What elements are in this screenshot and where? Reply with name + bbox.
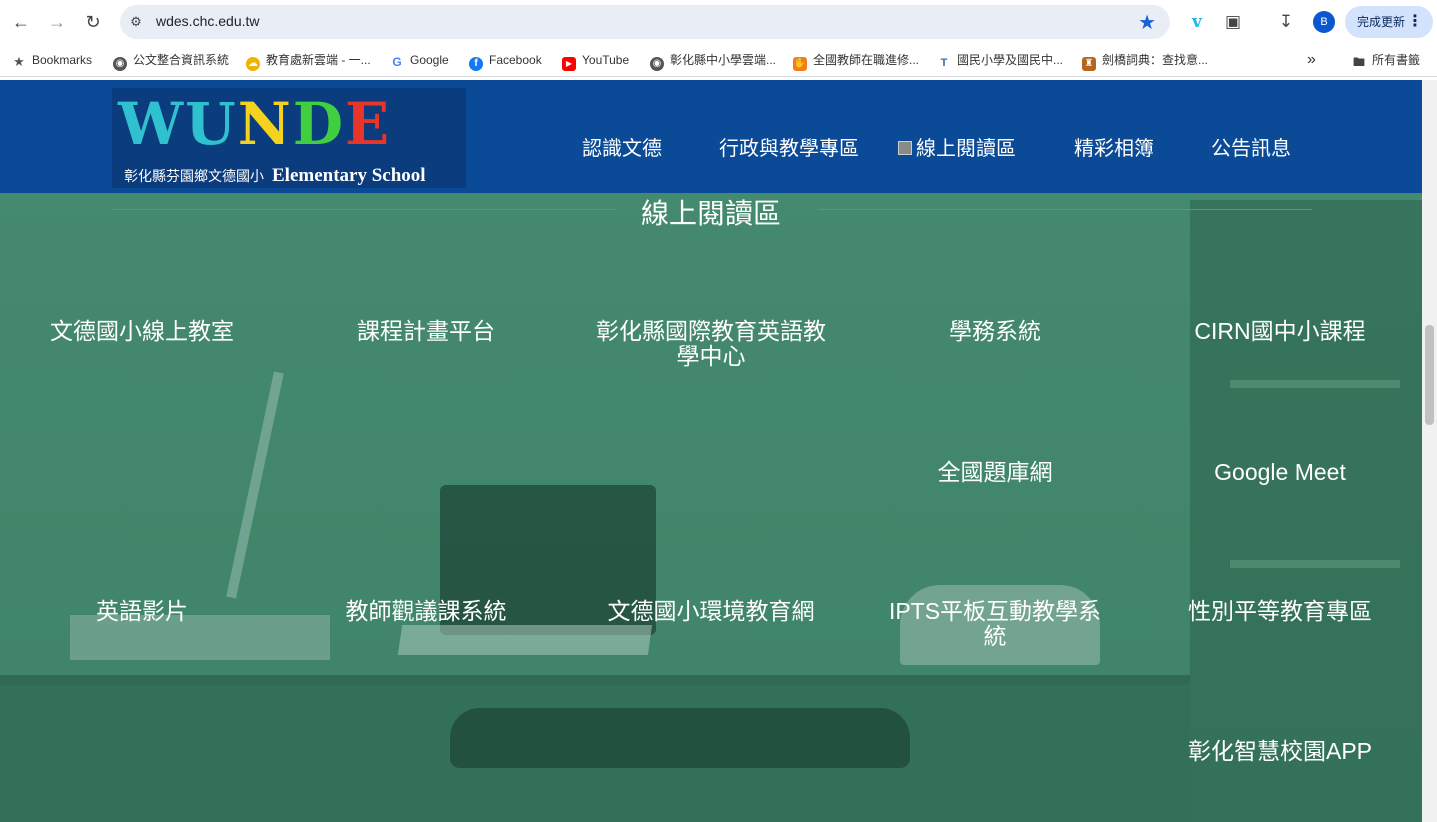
back-arrow-icon[interactable]: ← [8,9,34,35]
bookmark-item[interactable]: ★ Bookmarks [12,44,92,76]
youtube-icon: ▶ [562,57,576,71]
te-icon: T [940,57,948,69]
link-student-affairs[interactable]: 學務系統 [880,319,1110,344]
more-menu-icon[interactable]: ⋮ [1407,6,1423,38]
download-icon[interactable]: ↧ [1274,10,1298,34]
browser-toolbar: ← → ↻ ⚙ wdes.chc.edu.tw ★ v ▣ ↧ B 完成更新 ⋮ [0,0,1437,44]
link-english-center[interactable]: 彰化縣國際教育英語教學中心 [596,319,826,369]
link-english-videos[interactable]: 英語影片 [27,599,257,624]
bookmark-star-icon[interactable]: ★ [1138,10,1156,35]
menu-item-announcements[interactable]: 公告訊息 [1211,132,1291,161]
link-environment-education[interactable]: 文德國小環境教育網 [596,599,826,624]
menu-item-about[interactable]: 認識文德 [582,132,662,161]
crest-icon: ♜ [1082,57,1096,71]
laptop-base-shape [397,625,653,655]
link-lesson-observation[interactable]: 教師觀議課系統 [311,599,541,624]
bookmark-item[interactable]: f Facebook [469,44,542,76]
globe-icon: ◉ [113,57,127,71]
folder-icon: 🖿 [1352,55,1365,69]
site-header: WUNDE 彰化縣芬園鄉文德國小 Elementary School 認識文德 行… [0,80,1422,193]
bookmark-item[interactable]: ✋ 全國教師在職進修... [793,44,919,76]
hand-icon: ✋ [793,57,807,71]
bookmark-item[interactable]: G Google [390,44,448,76]
facebook-icon: f [469,57,483,71]
profile-avatar[interactable]: B [1313,11,1335,33]
shelf-shape [1230,380,1400,388]
page-scrollbar[interactable] [1422,80,1437,822]
vimeo-extension-icon[interactable]: v [1185,10,1209,34]
link-google-meet[interactable]: Google Meet [1165,460,1395,485]
bookmark-item[interactable]: ◉ 公文整合資訊系統 [113,44,229,76]
link-cirn[interactable]: CIRN國中小課程 [1165,319,1395,344]
link-ipts[interactable]: IPTS平板互動教學系統 [880,599,1110,649]
link-curriculum-platform[interactable]: 課程計畫平台 [311,319,541,344]
bookmark-item[interactable]: ◉ 彰化縣中小學雲端... [650,44,776,76]
link-question-bank[interactable]: 全國題庫網 [880,460,1110,485]
logo-caption: 彰化縣芬園鄉文德國小 Elementary School [124,165,426,186]
update-button[interactable]: 完成更新 ⋮ [1345,6,1433,38]
all-bookmarks-folder[interactable]: 🖿 所有書籤 [1352,44,1420,76]
link-online-classroom[interactable]: 文德國小線上教室 [27,319,257,344]
bookshelf-shape [1190,200,1422,822]
bookmarks-bar: ★ Bookmarks ◉ 公文整合資訊系統 ☁ 教育處新雲端 - 一... G Goo… [0,44,1437,77]
scrollbar-thumb[interactable] [1425,325,1434,425]
school-logo[interactable]: WUNDE 彰化縣芬園鄉文德國小 Elementary School [112,88,466,188]
url-text[interactable]: wdes.chc.edu.tw [156,13,260,29]
bookmark-item[interactable]: ☁ 教育處新雲端 - 一... [246,44,371,76]
menu-square-icon [898,141,912,155]
cloud-icon: ☁ [246,57,260,71]
address-bar[interactable]: ⚙ wdes.chc.edu.tw ★ [120,5,1170,39]
link-gender-equality[interactable]: 性別平等教育專區 [1165,599,1395,624]
menu-item-online-reading[interactable]: 線上閱讀區 [898,132,1016,161]
lamp-shape [226,371,284,599]
bookmark-item[interactable]: ▶ YouTube [562,44,629,76]
logo-letters: WUNDE [118,90,392,158]
site-settings-icon[interactable]: ⚙ [128,14,144,30]
bookmarks-overflow-icon[interactable]: » [1307,44,1316,76]
forward-arrow-icon[interactable]: → [44,9,70,35]
page-content: WUNDE 彰化縣芬園鄉文德國小 Elementary School 認識文德 行… [0,80,1422,822]
shelf-shape [1230,560,1400,568]
link-smart-campus-app[interactable]: 彰化智慧校園APP [1165,739,1395,764]
section-title: 線上閱讀區 [640,198,781,229]
reload-icon[interactable]: ↻ [80,9,106,35]
bookmark-item[interactable]: T 國民小學及國民中... [937,44,1063,76]
chair-shape [450,708,910,768]
star-icon: ★ [13,54,25,69]
globe-icon: ◉ [650,57,664,71]
google-icon: G [392,55,402,69]
bookmark-item[interactable]: ♜ 劍橋詞典：查找意... [1082,44,1208,76]
menu-item-admin-teaching[interactable]: 行政與教學專區 [719,132,859,161]
update-label: 完成更新 [1357,15,1406,29]
desk-edge-shape [0,675,1190,685]
extensions-puzzle-icon[interactable]: ▣ [1221,10,1245,34]
menu-item-albums[interactable]: 精彩相簿 [1074,132,1154,161]
